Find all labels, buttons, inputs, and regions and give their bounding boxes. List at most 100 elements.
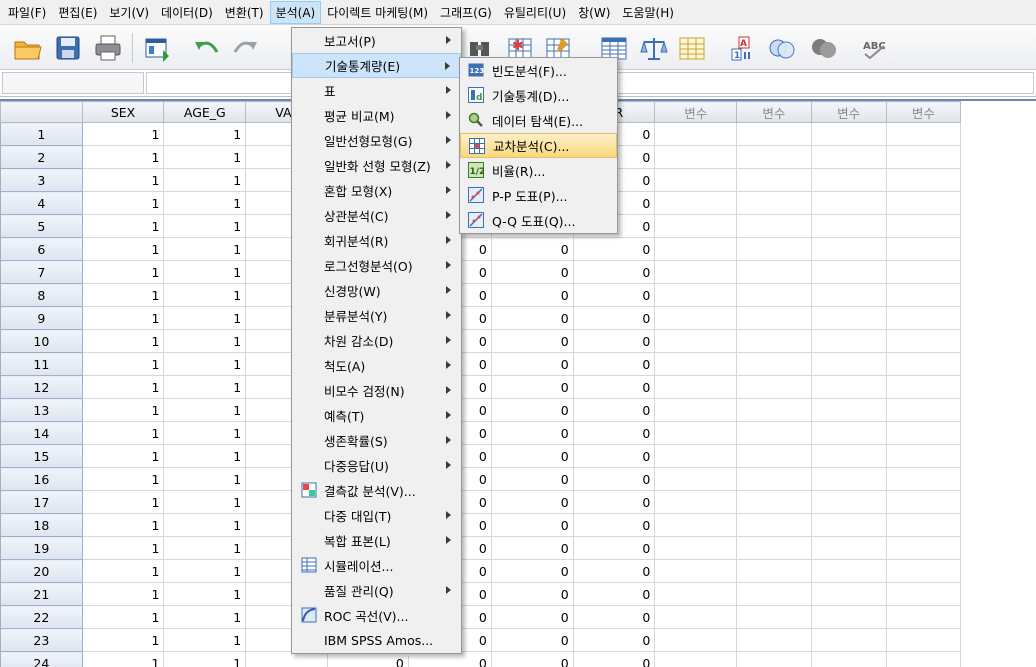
cell[interactable]: 1 [163, 306, 247, 330]
weight-cases-icon[interactable] [636, 31, 672, 65]
menu-edit[interactable]: 편집(E) [52, 1, 103, 24]
empty-cell[interactable] [885, 559, 962, 583]
descriptives-item-2[interactable]: 데이터 탐색(E)... [460, 108, 617, 133]
row-number[interactable]: 7 [0, 260, 83, 284]
empty-cell[interactable] [736, 490, 812, 514]
row-number[interactable]: 1 [0, 122, 83, 146]
empty-cell[interactable] [810, 237, 887, 261]
empty-cell[interactable] [736, 605, 812, 629]
cell[interactable]: 1 [163, 536, 247, 560]
row-number[interactable]: 15 [0, 444, 83, 468]
empty-cell[interactable] [810, 283, 887, 307]
cell[interactable]: 1 [81, 582, 165, 606]
cell[interactable]: 0 [572, 651, 656, 667]
select-cases-icon[interactable] [674, 31, 710, 65]
menu-window[interactable]: 창(W) [572, 1, 616, 24]
cell[interactable]: 0 [490, 329, 574, 353]
analyze-item-3[interactable]: 평균 비교(M) [292, 103, 461, 128]
redo-icon[interactable] [228, 31, 264, 65]
cell[interactable]: 0 [572, 628, 656, 652]
empty-cell[interactable] [885, 283, 962, 307]
empty-cell[interactable] [654, 145, 738, 169]
cell[interactable]: 0 [490, 559, 574, 583]
column-header[interactable]: SEX [81, 101, 165, 123]
cell[interactable]: 0 [490, 628, 574, 652]
analyze-item-2[interactable]: 표 [292, 78, 461, 103]
empty-cell[interactable] [810, 260, 887, 284]
cell[interactable]: 1 [163, 214, 247, 238]
cell[interactable]: 0 [490, 398, 574, 422]
menu-help[interactable]: 도움말(H) [616, 1, 680, 24]
analyze-item-23[interactable]: ROC 곡선(V)... [292, 603, 461, 628]
row-number[interactable]: 9 [0, 306, 83, 330]
cell[interactable]: 0 [331, 655, 409, 667]
empty-cell[interactable] [885, 467, 962, 491]
analyze-item-12[interactable]: 차원 감소(D) [292, 328, 461, 353]
empty-cell[interactable] [736, 513, 812, 537]
cell[interactable]: 1 [163, 122, 247, 146]
cell[interactable]: 1 [163, 191, 247, 215]
cell[interactable]: 1 [163, 559, 247, 583]
empty-cell[interactable] [654, 536, 738, 560]
empty-cell[interactable] [654, 582, 738, 606]
empty-cell[interactable] [810, 329, 887, 353]
menu-data[interactable]: 데이터(D) [155, 1, 219, 24]
empty-cell[interactable] [654, 513, 738, 537]
cell[interactable]: 0 [490, 260, 574, 284]
cell[interactable]: 1 [163, 490, 247, 514]
analyze-item-5[interactable]: 일반화 선형 모형(Z) [292, 153, 461, 178]
empty-cell[interactable] [885, 352, 962, 376]
cell[interactable]: 1 [163, 283, 247, 307]
empty-cell[interactable] [810, 536, 887, 560]
cell[interactable]: 0 [572, 283, 656, 307]
cell[interactable]: 1 [163, 329, 247, 353]
cell[interactable]: 0 [490, 237, 574, 261]
empty-cell[interactable] [810, 513, 887, 537]
cell[interactable]: 0 [572, 398, 656, 422]
empty-cell[interactable] [654, 651, 738, 667]
empty-cell[interactable] [736, 122, 812, 146]
cell[interactable]: 0 [572, 421, 656, 445]
cell[interactable]: 1 [81, 651, 165, 667]
cell[interactable]: 0 [490, 306, 574, 330]
cell[interactable]: 1 [81, 536, 165, 560]
empty-cell[interactable] [654, 329, 738, 353]
empty-cell[interactable] [654, 490, 738, 514]
row-number[interactable]: 11 [0, 352, 83, 376]
empty-cell[interactable] [654, 260, 738, 284]
empty-cell[interactable] [885, 444, 962, 468]
cell[interactable]: 1 [163, 467, 247, 491]
cell[interactable]: 1 [163, 375, 247, 399]
empty-cell[interactable] [654, 559, 738, 583]
row-number[interactable]: 4 [0, 191, 83, 215]
analyze-item-4[interactable]: 일반선형모형(G) [292, 128, 461, 153]
empty-cell[interactable] [810, 605, 887, 629]
empty-cell[interactable] [736, 168, 812, 192]
empty-cell[interactable] [885, 168, 962, 192]
cell[interactable]: 1 [81, 306, 165, 330]
empty-cell[interactable] [810, 582, 887, 606]
spell-check-icon[interactable]: ABC [860, 31, 896, 65]
cell[interactable]: 0 [490, 375, 574, 399]
cell[interactable]: 0 [572, 329, 656, 353]
menu-file[interactable]: 파일(F) [2, 1, 52, 24]
undo-icon[interactable] [188, 31, 224, 65]
empty-cell[interactable] [736, 536, 812, 560]
empty-cell[interactable] [810, 168, 887, 192]
row-number[interactable]: 22 [0, 605, 83, 629]
cell[interactable]: 1 [81, 145, 165, 169]
descriptives-item-0[interactable]: 123 빈도분석(F)... [460, 58, 617, 83]
cell[interactable]: 1 [163, 237, 247, 261]
empty-cell[interactable] [654, 467, 738, 491]
empty-cell[interactable] [810, 191, 887, 215]
empty-cell[interactable] [736, 260, 812, 284]
analyze-item-10[interactable]: 신경망(W) [292, 278, 461, 303]
analyze-item-13[interactable]: 척도(A) [292, 353, 461, 378]
empty-cell[interactable] [654, 191, 738, 215]
cell[interactable]: 1 [163, 582, 247, 606]
empty-cell[interactable] [654, 283, 738, 307]
cell[interactable]: 0 [490, 651, 574, 667]
cell[interactable]: 0 [409, 656, 491, 667]
row-number[interactable]: 14 [0, 421, 83, 445]
empty-cell[interactable] [736, 421, 812, 445]
